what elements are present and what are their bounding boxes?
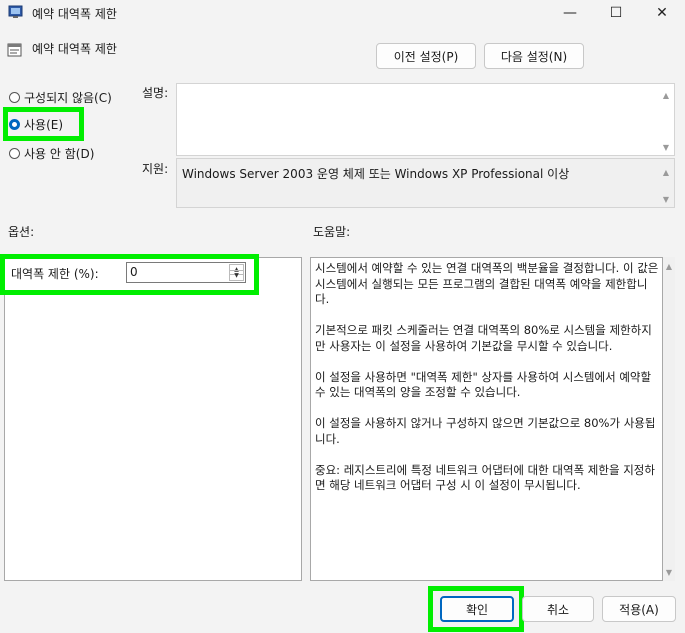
cancel-button[interactable]: 취소 — [522, 596, 594, 622]
radio-enabled-label: 사용(E) — [24, 118, 64, 132]
close-button[interactable]: ✕ — [639, 0, 685, 26]
setting-name: 예약 대역폭 제한 — [32, 42, 117, 56]
radio-disabled[interactable]: 사용 안 함(D) — [9, 145, 94, 162]
bandwidth-limit-label: 대역폭 제한 (%): — [11, 267, 99, 281]
options-label: 옵션: — [8, 225, 35, 239]
comment-scroll-down-icon[interactable]: ▼ — [660, 141, 672, 153]
ok-button[interactable]: 확인 — [440, 596, 514, 622]
setting-icon — [7, 43, 22, 57]
help-scroll-up-icon[interactable]: ▲ — [663, 260, 675, 272]
radio-enabled[interactable]: 사용(E) — [9, 116, 63, 133]
prev-setting-button[interactable]: 이전 설정(P) — [376, 43, 476, 69]
comment-textbox[interactable] — [176, 83, 675, 156]
supported-scroll-up-icon[interactable]: ▲ — [660, 166, 672, 178]
help-scroll-down-icon[interactable]: ▼ — [663, 566, 675, 578]
options-panel — [4, 257, 302, 581]
maximize-icon: ☐ — [609, 5, 623, 21]
minimize-icon: — — [563, 5, 577, 21]
supported-label: 지원: — [142, 162, 169, 176]
radio-not-configured[interactable]: 구성되지 않음(C) — [9, 89, 112, 106]
supported-value: Windows Server 2003 운영 체제 또는 Windows XP … — [182, 167, 570, 181]
next-setting-button[interactable]: 다음 설정(N) — [484, 43, 584, 69]
radio-not-configured-label: 구성되지 않음(C) — [24, 91, 112, 105]
spinner-down-icon[interactable]: ▼ — [229, 270, 244, 281]
radio-not-configured-indicator[interactable] — [9, 92, 20, 103]
help-scrollbar[interactable]: ▲ ▼ — [663, 257, 675, 581]
radio-disabled-indicator[interactable] — [9, 148, 20, 159]
supported-box: Windows Server 2003 운영 체제 또는 Windows XP … — [176, 158, 675, 208]
maximize-button[interactable]: ☐ — [593, 0, 639, 26]
radio-disabled-label: 사용 안 함(D) — [24, 147, 95, 161]
window-title: 예약 대역폭 제한 — [32, 7, 117, 21]
comment-scroll-up-icon[interactable]: ▲ — [660, 89, 672, 101]
bandwidth-limit-spinner[interactable]: 0 ▲ ▼ — [126, 262, 246, 283]
apply-button[interactable]: 적용(A) — [602, 596, 676, 622]
policy-app-icon — [8, 5, 23, 18]
comment-label: 설명: — [142, 86, 169, 100]
minimize-button[interactable]: — — [547, 0, 593, 26]
bandwidth-limit-value: 0 — [130, 265, 138, 279]
close-icon: ✕ — [656, 5, 668, 21]
help-label: 도움말: — [313, 225, 351, 239]
supported-scroll-down-icon[interactable]: ▼ — [660, 193, 672, 205]
help-panel: 시스템에서 예약할 수 있는 연결 대역폭의 백분율을 결정합니다. 이 값은 … — [310, 257, 663, 581]
help-text: 시스템에서 예약할 수 있는 연결 대역폭의 백분율을 결정합니다. 이 값은 … — [315, 261, 659, 492]
radio-enabled-indicator[interactable] — [9, 119, 20, 130]
